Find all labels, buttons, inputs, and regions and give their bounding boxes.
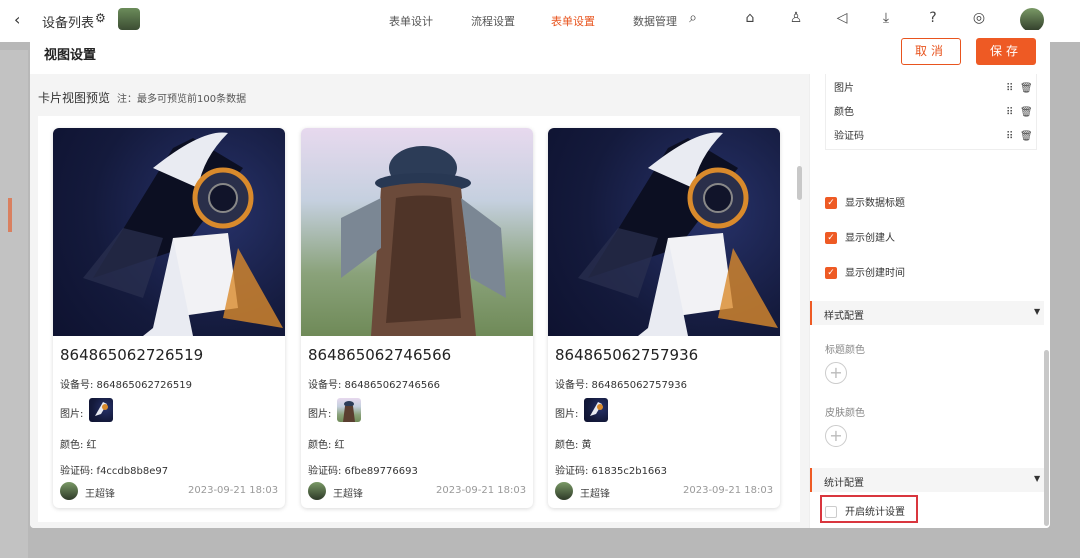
checkbox-label: 显示创建时间: [845, 268, 905, 279]
save-button[interactable]: 保存: [976, 38, 1036, 65]
download-icon[interactable]: ⤓: [876, 10, 896, 30]
section-title: 统计配置: [824, 478, 864, 489]
image-thumbnail[interactable]: [337, 398, 361, 422]
tab-form-settings[interactable]: 表单设置: [551, 13, 595, 29]
image-label: 图片:: [60, 409, 84, 420]
creator-name: 王超锋: [580, 489, 610, 500]
color-field: 颜色: 黄: [555, 440, 592, 451]
drag-handle-icon[interactable]: ⠿: [1006, 79, 1013, 99]
created-time: 2023-09-21 18:03: [683, 485, 774, 496]
card-item[interactable]: 864865062746566 设备号: 864865062746566 图片:…: [301, 128, 533, 508]
checkbox-label: 显示创建人: [845, 233, 895, 244]
check-icon[interactable]: ✓: [825, 232, 837, 244]
settings-scrollbar[interactable]: [1044, 350, 1049, 526]
verification-code: 验证码: 6fbe89776693: [308, 466, 418, 477]
image-thumbnail[interactable]: [584, 398, 608, 422]
device-number: 设备号: 864865062726519: [60, 380, 192, 391]
app-avatar: [118, 8, 140, 30]
card-list-scrollbar[interactable]: [797, 166, 802, 200]
card-item[interactable]: 864865062726519 设备号: 864865062726519 图片:…: [53, 128, 285, 508]
card-item[interactable]: 864865062757936 设备号: 864865062757936 图片:…: [548, 128, 780, 508]
color-field: 颜色: 红: [60, 440, 97, 451]
highlight-box: [820, 495, 918, 523]
tab-data-management[interactable]: 数据管理: [633, 13, 677, 29]
background-sidebar-marker: [8, 198, 12, 232]
user-avatar[interactable]: [1020, 8, 1044, 32]
card-image: [53, 128, 285, 336]
section-title: 样式配置: [824, 311, 864, 322]
device-number: 设备号: 864865062757936: [555, 380, 687, 391]
image-label: 图片:: [308, 409, 332, 420]
trash-icon[interactable]: 🗑: [1020, 79, 1033, 99]
image-thumbnail[interactable]: [89, 398, 113, 422]
caret-down-icon[interactable]: ▼: [1034, 474, 1040, 483]
field-name: 颜色: [834, 107, 854, 118]
preview-title: 卡片视图预览: [38, 91, 111, 105]
preview-note: 注：最多可预览前100条数据: [117, 94, 247, 105]
creator-avatar: [555, 482, 573, 500]
image-label: 图片:: [555, 409, 579, 420]
color-field: 颜色: 红: [308, 440, 345, 451]
card-image: [548, 128, 780, 336]
creator-avatar: [308, 482, 326, 500]
style-config-section[interactable]: 样式配置 ▼: [810, 301, 1044, 325]
trash-icon[interactable]: 🗑: [1020, 103, 1033, 123]
show-creator-checkbox[interactable]: ✓ 显示创建人: [825, 232, 1025, 248]
add-skin-color-button[interactable]: +: [825, 425, 847, 447]
card-title: 864865062746566: [308, 346, 452, 364]
megaphone-icon[interactable]: ◁: [832, 10, 852, 30]
settings-icon[interactable]: ◎: [969, 10, 989, 30]
card-list: 864865062726519 设备号: 864865062726519 图片:…: [38, 116, 802, 522]
stats-config-section[interactable]: 统计配置 ▼: [810, 468, 1044, 492]
show-created-time-checkbox[interactable]: ✓ 显示创建时间: [825, 267, 1025, 283]
device-number: 设备号: 864865062746566: [308, 380, 440, 391]
chevron-left-icon[interactable]: ‹: [14, 10, 20, 29]
home-icon[interactable]: ⌂: [740, 10, 760, 30]
dialog-title: 视图设置: [44, 48, 97, 63]
card-image: [301, 128, 533, 336]
checkbox-label: 显示数据标题: [845, 198, 905, 209]
creator-name: 王超锋: [333, 489, 363, 500]
search-icon[interactable]: ⌕: [683, 10, 703, 30]
created-time: 2023-09-21 18:03: [188, 485, 279, 496]
app-title: 设备列表: [42, 16, 95, 31]
verification-code: 验证码: f4ccdb8b8e97: [60, 466, 169, 477]
creator-name: 王超锋: [85, 489, 115, 500]
check-icon[interactable]: ✓: [825, 197, 837, 209]
field-name: 图片: [834, 83, 854, 94]
settings-panel: 图片 ⠿ 🗑 颜色 ⠿ 🗑 验证码 ⠿ 🗑 ✓ 显示数据标题 ✓ 显示创建人 ✓…: [809, 74, 1050, 528]
card-title: 864865062757936: [555, 346, 699, 364]
gear-icon[interactable]: ⚙: [95, 11, 106, 25]
tab-form-design[interactable]: 表单设计: [389, 13, 433, 29]
drag-handle-icon[interactable]: ⠿: [1006, 103, 1013, 123]
tab-process-settings[interactable]: 流程设置: [471, 13, 515, 29]
view-settings-dialog: 视图设置 取消 保存 卡片视图预览 注：最多可预览前100条数据 8648650…: [30, 30, 1050, 528]
drag-handle-icon[interactable]: ⠿: [1006, 127, 1013, 147]
created-time: 2023-09-21 18:03: [436, 485, 527, 496]
verification-code: 验证码: 61835c2b1663: [555, 466, 668, 477]
field-name: 验证码: [834, 131, 864, 142]
field-row-color[interactable]: 颜色 ⠿ 🗑: [834, 103, 1033, 123]
caret-down-icon[interactable]: ▼: [1034, 307, 1040, 316]
card-title: 864865062726519: [60, 346, 204, 364]
background-sidebar: [0, 50, 28, 558]
card-preview-pane: 卡片视图预览 注：最多可预览前100条数据 864865062726519 设备…: [30, 74, 809, 528]
dialog-header: 视图设置 取消 保存: [30, 30, 1050, 74]
cancel-button[interactable]: 取消: [901, 38, 961, 65]
skin-color-label: 皮肤颜色: [825, 408, 865, 419]
help-icon[interactable]: ?: [923, 10, 943, 30]
field-row-code[interactable]: 验证码 ⠿ 🗑: [834, 127, 1033, 147]
field-row-image[interactable]: 图片 ⠿ 🗑: [834, 79, 1033, 99]
show-data-title-checkbox[interactable]: ✓ 显示数据标题: [825, 197, 1025, 213]
display-field-list: 图片 ⠿ 🗑 颜色 ⠿ 🗑 验证码 ⠿ 🗑: [825, 74, 1037, 150]
check-icon[interactable]: ✓: [825, 267, 837, 279]
trash-icon[interactable]: 🗑: [1020, 127, 1033, 147]
title-color-label: 标题颜色: [825, 345, 865, 356]
creator-avatar: [60, 482, 78, 500]
shirt-icon[interactable]: ♙: [786, 10, 806, 30]
add-title-color-button[interactable]: +: [825, 362, 847, 384]
